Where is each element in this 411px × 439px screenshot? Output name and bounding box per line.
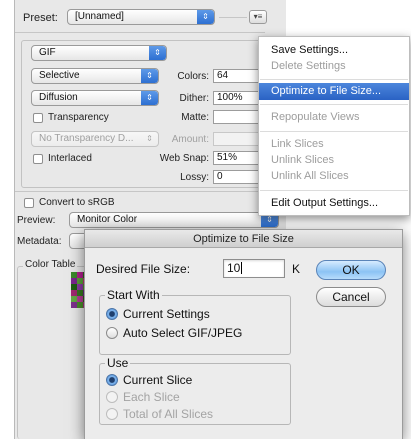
preset-popup[interactable]: [Unnamed] ⇕ <box>67 9 215 25</box>
panel-top-divider <box>15 32 265 33</box>
dither-algorithm-value: Diffusion <box>39 92 78 103</box>
panel-menu-button[interactable]: ▾≡ <box>249 10 267 24</box>
interlaced-label: Interlaced <box>48 153 92 164</box>
popup-arrows-icon: ⇕ <box>197 10 214 24</box>
use-title: Use <box>105 356 131 370</box>
popup-arrows-icon: ⇕ <box>141 91 158 105</box>
websnap-field[interactable]: 51% <box>213 151 263 165</box>
total-all-slices-label: Total of All Slices <box>123 407 214 421</box>
current-slice-label: Current Slice <box>123 373 193 387</box>
file-size-unit: K <box>292 262 301 276</box>
convert-srgb-label: Convert to sRGB <box>39 197 115 208</box>
color-reduction-value: Selective <box>39 70 80 81</box>
cancel-button[interactable]: Cancel <box>316 287 386 307</box>
optimize-flyout-menu: Save Settings... Delete Settings Optimiz… <box>258 36 410 216</box>
menu-item-label: Optimize to File Size... <box>271 85 382 97</box>
menu-item-label: Edit Output Settings... <box>271 197 379 209</box>
menu-item-repopulate-views[interactable]: Repopulate Views <box>259 109 409 126</box>
lossy-field[interactable]: 0 <box>213 170 263 184</box>
total-all-slices-radio[interactable] <box>106 408 118 420</box>
each-slice-label: Each Slice <box>123 390 180 404</box>
menu-item-label: Save Settings... <box>271 44 349 56</box>
current-slice-radio[interactable] <box>106 374 118 386</box>
amount-field[interactable] <box>213 132 263 146</box>
ok-button[interactable]: OK <box>316 260 386 280</box>
format-value: GIF <box>39 47 56 58</box>
each-slice-radio[interactable] <box>106 391 118 403</box>
preview-popup[interactable]: Monitor Color ⇕ <box>69 212 279 228</box>
color-reduction-popup[interactable]: Selective ⇕ <box>31 68 159 84</box>
menu-item-label: Unlink Slices <box>271 154 334 166</box>
menu-item-edit-output-settings[interactable]: Edit Output Settings... <box>259 195 409 212</box>
panel-divider <box>15 191 265 192</box>
menu-item-unlink-slices[interactable]: Unlink Slices <box>259 152 409 169</box>
colors-field[interactable]: 64 <box>213 69 263 83</box>
preset-label: Preset: <box>23 12 58 24</box>
color-table-label: Color Table <box>23 259 78 270</box>
transparency-checkbox[interactable] <box>33 113 43 123</box>
dither-algorithm-popup[interactable]: Diffusion ⇕ <box>31 90 159 106</box>
menu-separator <box>260 131 408 132</box>
start-with-title: Start With <box>105 288 162 302</box>
menu-item-unlink-all-slices[interactable]: Unlink All Slices <box>259 168 409 185</box>
menu-item-save-settings[interactable]: Save Settings... <box>259 42 409 59</box>
popup-arrows-icon: ⇕ <box>149 46 166 60</box>
start-with-group <box>99 295 291 355</box>
menu-separator <box>260 79 408 80</box>
convert-srgb-checkbox[interactable] <box>24 198 34 208</box>
transparency-dither-value: No Transparency D... <box>39 133 134 144</box>
preview-value: Monitor Color <box>77 214 138 225</box>
desired-file-size-input[interactable]: 10 <box>223 259 285 278</box>
menu-item-label: Link Slices <box>271 138 324 150</box>
optimize-to-file-size-dialog: Optimize to File Size Desired File Size:… <box>84 229 403 439</box>
auto-select-radio[interactable] <box>106 327 118 339</box>
preset-line <box>219 17 247 18</box>
transparency-label: Transparency <box>48 112 109 123</box>
transparency-dither-popup[interactable]: No Transparency D... ⇕ <box>31 131 159 147</box>
menu-separator <box>260 104 408 105</box>
dialog-title: Optimize to File Size <box>85 230 402 248</box>
menu-item-label: Repopulate Views <box>271 111 360 123</box>
current-settings-label: Current Settings <box>123 307 210 321</box>
popup-arrows-icon: ⇕ <box>146 134 153 143</box>
menu-separator <box>260 190 408 191</box>
matte-field[interactable] <box>213 110 263 124</box>
desired-file-size-value: 10 <box>227 261 241 275</box>
matte-label: Matte: <box>181 112 209 123</box>
websnap-label: Web Snap: <box>159 153 209 164</box>
menu-item-optimize-to-file-size[interactable]: Optimize to File Size... <box>259 83 409 100</box>
dither-field[interactable]: 100% <box>213 91 263 105</box>
format-popup[interactable]: GIF ⇕ <box>31 45 167 61</box>
lossy-label: Lossy: <box>180 172 209 183</box>
desired-file-size-label: Desired File Size: <box>96 262 191 276</box>
current-settings-radio[interactable] <box>106 308 118 320</box>
preview-label: Preview: <box>17 215 56 226</box>
colors-label: Colors: <box>177 71 209 82</box>
menu-item-label: Delete Settings <box>271 60 346 72</box>
menu-item-link-slices[interactable]: Link Slices <box>259 136 409 153</box>
preset-value: [Unnamed] <box>75 11 124 22</box>
dither-label: Dither: <box>179 93 209 104</box>
interlaced-checkbox[interactable] <box>33 154 43 164</box>
auto-select-label: Auto Select GIF/JPEG <box>123 326 243 340</box>
popup-arrows-icon: ⇕ <box>141 69 158 83</box>
metadata-label: Metadata: <box>17 236 62 247</box>
text-cursor <box>241 262 243 274</box>
menu-item-label: Unlink All Slices <box>271 170 349 182</box>
amount-label: Amount: <box>171 134 209 145</box>
menu-item-delete-settings[interactable]: Delete Settings <box>259 58 409 75</box>
